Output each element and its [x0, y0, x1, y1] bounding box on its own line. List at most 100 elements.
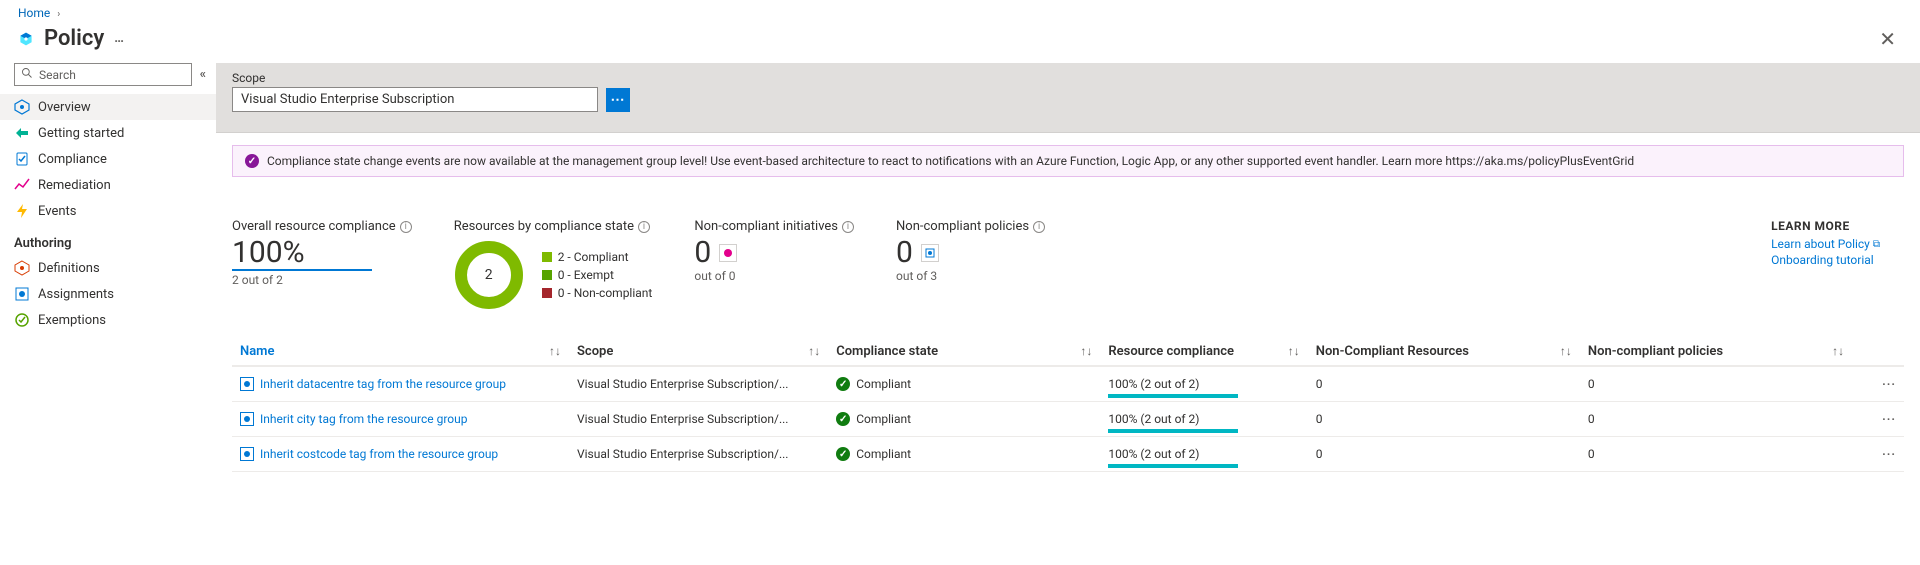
info-banner: ✓ Compliance state change events are now… [232, 145, 1904, 177]
row-more-actions[interactable]: ··· [1852, 366, 1904, 402]
sort-icon[interactable]: ↑↓ [549, 344, 561, 358]
col-scope[interactable]: Scope↑↓ [569, 338, 828, 366]
cell-resource-compliance: 100% (2 out of 2) [1108, 447, 1199, 461]
more-actions-icon[interactable]: … [114, 31, 125, 46]
info-icon[interactable]: i [842, 221, 854, 233]
sidebar-item-definitions[interactable]: Definitions [0, 255, 216, 281]
info-icon[interactable]: i [400, 221, 412, 233]
compliance-bar [1108, 464, 1238, 468]
sidebar-section-authoring: Authoring [0, 224, 216, 255]
policy-small-icon [921, 244, 939, 262]
stat-ncp-value: 0 [896, 236, 913, 269]
table-row: Inherit costcode tag from the resource g… [232, 437, 1904, 472]
sidebar-item-assignments[interactable]: Assignments [0, 281, 216, 307]
scope-input[interactable]: Visual Studio Enterprise Subscription [232, 87, 598, 112]
remediation-icon [14, 177, 30, 193]
stat-title-text: Non-compliant policies [896, 219, 1029, 234]
sidebar-item-label: Assignments [38, 287, 114, 302]
policy-row-icon [240, 412, 254, 426]
policy-name-link[interactable]: Inherit city tag from the resource group [260, 412, 467, 426]
sidebar-item-exemptions[interactable]: Exemptions [0, 307, 216, 333]
main-content: Scope Visual Studio Enterprise Subscript… [216, 63, 1920, 472]
stat-by-state: Resources by compliance state i 2 2 - Co… [454, 219, 653, 310]
info-icon[interactable]: i [638, 221, 650, 233]
table-row: Inherit city tag from the resource group… [232, 402, 1904, 437]
breadcrumb: Home › [0, 0, 1920, 22]
close-icon[interactable]: ✕ [1873, 27, 1902, 51]
collapse-sidebar-icon[interactable]: « [200, 67, 206, 82]
search-input[interactable]: Search [14, 63, 192, 86]
swatch-exempt [542, 270, 552, 280]
row-more-actions[interactable]: ··· [1852, 402, 1904, 437]
sort-icon[interactable]: ↑↓ [1288, 344, 1300, 358]
cell-nc-policies: 0 [1580, 366, 1852, 402]
events-icon [14, 203, 30, 219]
col-compliance-state[interactable]: Compliance state↑↓ [828, 338, 1100, 366]
cell-nc-resources: 0 [1308, 366, 1580, 402]
onboarding-tutorial-link[interactable]: Onboarding tutorial [1771, 253, 1880, 267]
cell-nc-policies: 0 [1580, 437, 1852, 472]
sidebar-item-getting-started[interactable]: Getting started [0, 120, 216, 146]
scope-picker-button[interactable]: ⋯ [606, 88, 630, 112]
initiative-icon [719, 244, 737, 262]
sidebar-item-label: Getting started [38, 126, 124, 141]
compliance-bar [1108, 429, 1238, 433]
search-icon [21, 67, 33, 82]
stat-title-text: Overall resource compliance [232, 219, 396, 234]
policy-name-link[interactable]: Inherit datacentre tag from the resource… [260, 377, 506, 391]
scope-bar: Scope Visual Studio Enterprise Subscript… [216, 63, 1920, 133]
breadcrumb-home[interactable]: Home [18, 6, 50, 20]
sort-icon[interactable]: ↑↓ [1832, 344, 1844, 358]
col-resource-compliance[interactable]: Resource compliance↑↓ [1100, 338, 1307, 366]
cell-nc-resources: 0 [1308, 402, 1580, 437]
banner-info-icon: ✓ [245, 154, 259, 168]
stat-nci-sub: out of 0 [694, 269, 854, 283]
stat-nci-value: 0 [694, 236, 711, 269]
donut-legend: 2 - Compliant 0 - Exempt 0 - Non-complia… [542, 250, 653, 300]
policy-name-link[interactable]: Inherit costcode tag from the resource g… [260, 447, 498, 461]
stat-overall-value: 100% [232, 236, 372, 271]
page-title: Policy [44, 26, 104, 51]
table-row: Inherit datacentre tag from the resource… [232, 366, 1904, 402]
info-icon[interactable]: i [1033, 221, 1045, 233]
sidebar: Search « Overview Getting started Compli… [0, 63, 216, 472]
swatch-compliant [542, 252, 552, 262]
sidebar-item-label: Definitions [38, 261, 100, 276]
stat-title-text: Non-compliant initiatives [694, 219, 838, 234]
learn-about-policy-link[interactable]: Learn about Policy ⧉ [1771, 237, 1880, 251]
cell-state: Compliant [856, 447, 911, 461]
sidebar-item-label: Events [38, 204, 76, 219]
compliance-icon [14, 151, 30, 167]
banner-text: Compliance state change events are now a… [267, 154, 1634, 168]
cell-state: Compliant [856, 412, 911, 426]
donut-chart: 2 [454, 240, 524, 310]
compliant-check-icon: ✓ [836, 377, 850, 391]
col-name[interactable]: Name↑↓ [232, 338, 569, 366]
cell-scope: Visual Studio Enterprise Subscription/..… [569, 402, 828, 437]
donut-total: 2 [454, 240, 524, 310]
sort-icon[interactable]: ↑↓ [1080, 344, 1092, 358]
policy-icon [18, 31, 34, 47]
cell-resource-compliance: 100% (2 out of 2) [1108, 412, 1199, 426]
sort-icon[interactable]: ↑↓ [1560, 344, 1572, 358]
stat-noncompliant-initiatives: Non-compliant initiatives i 0 out of 0 [694, 219, 854, 283]
sidebar-item-remediation[interactable]: Remediation [0, 172, 216, 198]
cell-state: Compliant [856, 377, 911, 391]
stat-overall-sub: 2 out of 2 [232, 273, 412, 287]
scope-label: Scope [232, 71, 1904, 85]
compliant-check-icon: ✓ [836, 412, 850, 426]
sidebar-item-compliance[interactable]: Compliance [0, 146, 216, 172]
col-nc-resources[interactable]: Non-Compliant Resources↑↓ [1308, 338, 1580, 366]
overview-icon [14, 99, 30, 115]
sidebar-item-label: Overview [38, 100, 91, 115]
cell-resource-compliance: 100% (2 out of 2) [1108, 377, 1199, 391]
swatch-noncompliant [542, 288, 552, 298]
row-more-actions[interactable]: ··· [1852, 437, 1904, 472]
sidebar-item-overview[interactable]: Overview [0, 94, 216, 120]
col-nc-policies[interactable]: Non-compliant policies↑↓ [1580, 338, 1852, 366]
sidebar-item-events[interactable]: Events [0, 198, 216, 224]
sort-icon[interactable]: ↑↓ [808, 344, 820, 358]
exemptions-icon [14, 312, 30, 328]
cell-scope: Visual Studio Enterprise Subscription/..… [569, 366, 828, 402]
stat-noncompliant-policies: Non-compliant policies i 0 out of 3 [896, 219, 1045, 283]
